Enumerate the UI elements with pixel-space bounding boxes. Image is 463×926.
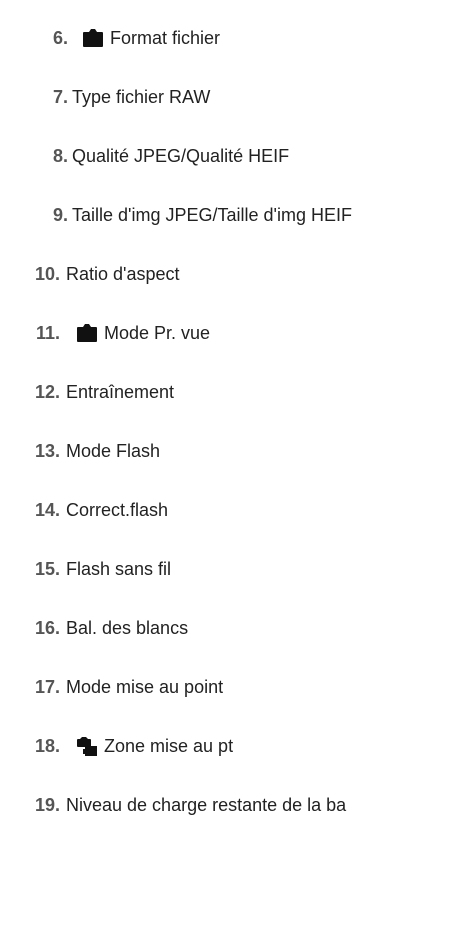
item-number: 9.	[52, 204, 68, 225]
list-item: 12. Entraînement	[0, 362, 463, 421]
item-label: Bal. des blancs	[66, 617, 189, 638]
list-item: 14. Correct.flash	[0, 480, 463, 539]
item-label: Type fichier RAW	[72, 86, 211, 107]
item-label: Format fichier	[110, 27, 221, 48]
item-number: 6.	[52, 27, 68, 48]
item-label: Flash sans fil	[66, 558, 172, 579]
camera-still-icon	[82, 27, 104, 49]
item-number: 16.	[34, 617, 60, 638]
item-number: 8.	[52, 145, 68, 166]
list-item: 13. Mode Flash	[0, 421, 463, 480]
list-item: 16. Bal. des blancs	[0, 598, 463, 657]
item-number: 17.	[34, 676, 60, 697]
list-item: 19. Niveau de charge restante de la ba	[0, 775, 463, 834]
item-number: 10.	[34, 263, 60, 284]
list-item: 18. Zone mise au pt	[0, 716, 463, 775]
item-label: Mode Pr. vue	[104, 322, 211, 343]
item-number: 13.	[34, 440, 60, 461]
list-item: 9. Taille d'img JPEG/Taille d'img HEIF	[0, 185, 463, 244]
item-label: Mode Flash	[66, 440, 161, 461]
list-item: 8. Qualité JPEG/Qualité HEIF	[0, 126, 463, 185]
item-number: 15.	[34, 558, 60, 579]
item-number: 14.	[34, 499, 60, 520]
item-number: 12.	[34, 381, 60, 402]
menu-items-list: 6. Format fichier 7. Type fichier RAW 8.…	[0, 8, 463, 834]
item-number: 11.	[35, 322, 60, 343]
item-label: Entraînement	[66, 381, 175, 402]
item-label: Correct.flash	[66, 499, 169, 520]
item-label: Taille d'img JPEG/Taille d'img HEIF	[72, 204, 352, 225]
item-number: 7.	[52, 86, 68, 107]
item-label: Qualité JPEG/Qualité HEIF	[72, 145, 290, 166]
list-item: 17. Mode mise au point	[0, 657, 463, 716]
item-label: Ratio d'aspect	[66, 263, 180, 284]
list-item: 15. Flash sans fil	[0, 539, 463, 598]
list-item: 7. Type fichier RAW	[0, 67, 463, 126]
item-number: 18.	[34, 735, 60, 756]
camera-still-icon	[76, 322, 98, 344]
list-item: 10. Ratio d'aspect	[0, 244, 463, 303]
item-label: Mode mise au point	[66, 676, 224, 697]
list-item: 6. Format fichier	[0, 8, 463, 67]
item-label: Niveau de charge restante de la ba	[66, 794, 347, 815]
item-label: Zone mise au pt	[104, 735, 234, 756]
camera-still-movie-icon	[76, 735, 98, 757]
list-item: 11. Mode Pr. vue	[0, 303, 463, 362]
item-number: 19.	[34, 794, 60, 815]
